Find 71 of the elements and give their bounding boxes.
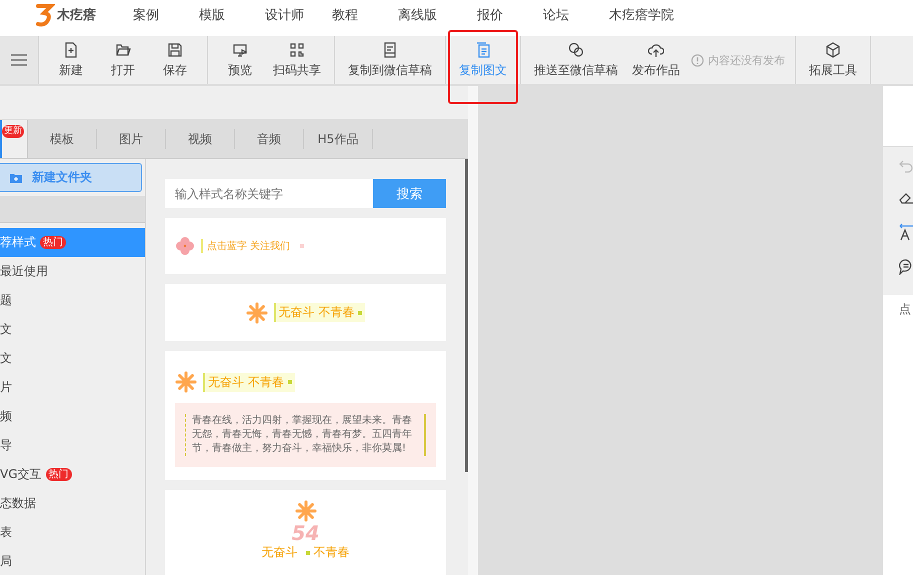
category-item[interactable]: 最近使用	[0, 257, 145, 286]
eraser-icon[interactable]	[899, 191, 913, 205]
badge: 热门	[40, 236, 66, 249]
style-title: 无奋斗 不青春	[203, 372, 295, 392]
category-item[interactable]: 表	[0, 518, 145, 547]
category-item[interactable]: 题	[0, 286, 145, 315]
folder-icon	[115, 42, 131, 58]
search-field[interactable]: 输入样式名称关键字	[165, 179, 373, 208]
toolbar-button[interactable]: 复制到微信草稿	[341, 36, 439, 84]
category-item[interactable]: 态数据	[0, 489, 145, 518]
tab[interactable]: 图片	[97, 129, 166, 149]
category-item[interactable]: 文	[0, 315, 145, 344]
cloud-upload-icon	[648, 42, 664, 58]
badge: 热门	[46, 468, 72, 481]
menu-icon[interactable]	[11, 54, 27, 66]
toolbar-button[interactable]: 推送至微信草稿	[527, 36, 625, 84]
tab[interactable]: 模板	[28, 129, 97, 149]
panel-label: 点	[899, 302, 911, 316]
style-title: 点击蓝字 关注我们	[201, 239, 290, 253]
category-item[interactable]: 荐样式 热门	[0, 228, 145, 257]
document-icon	[475, 42, 491, 58]
nav-link[interactable]: 离线版	[398, 6, 437, 24]
style-card[interactable]: 无奋斗 不青春 青春在线，活力四射，掌握现在，展望未来。青春无怨，青春无悔，青春无憾，青春有梦。五四青年节，青春做主，努力奋斗，幸福快乐，非你莫属!	[165, 351, 446, 480]
category-item[interactable]: 导	[0, 431, 145, 460]
flower-icon	[246, 302, 268, 324]
nav-link[interactable]: 案例	[133, 6, 159, 24]
toolbar-button[interactable]: 新建	[45, 36, 97, 84]
toolbar-button[interactable]: 预览	[214, 36, 266, 84]
toolbar-button[interactable]: 打开	[97, 36, 149, 84]
comment-icon[interactable]	[899, 259, 913, 275]
category-item[interactable]: 文	[0, 344, 145, 373]
number-decoration: 54	[292, 522, 320, 544]
category-item[interactable]: 局	[0, 547, 145, 575]
style-title: 无奋斗 不青春	[274, 303, 366, 322]
logo-icon	[35, 3, 55, 27]
badge: 更新	[2, 125, 24, 138]
text-spacing-icon[interactable]	[899, 223, 913, 241]
style-title: 无奋斗	[262, 544, 298, 561]
nav-link[interactable]: 设计师	[265, 6, 304, 24]
nav-link[interactable]: 报价	[477, 6, 503, 24]
toolbar-button[interactable]: 拓展工具	[802, 36, 864, 84]
nav-link[interactable]: 教程	[332, 6, 358, 24]
cube-icon	[825, 42, 841, 58]
logo-text[interactable]: 木疙瘩	[57, 6, 96, 24]
category-item[interactable]: 频	[0, 402, 145, 431]
flower-icon	[294, 500, 316, 522]
folder-plus-icon	[10, 172, 22, 182]
chat-icon	[568, 42, 584, 58]
category-item[interactable]: 片	[0, 373, 145, 402]
flower-icon	[175, 236, 195, 256]
nav-link[interactable]: 模版	[199, 6, 225, 24]
status-note: 内容还没有发布	[708, 52, 785, 68]
info-icon	[691, 54, 704, 66]
document-icon	[382, 42, 398, 58]
save-icon	[167, 42, 183, 58]
tab[interactable]: 音频	[235, 129, 304, 149]
quote-text: 青春在线，活力四射，掌握现在，展望未来。青春无怨，青春无悔，青春无憾，青春有梦。五四青年节，青春做主，努力奋斗，幸福快乐，非你莫属!	[185, 414, 426, 456]
toolbar-button[interactable]: 保存	[149, 36, 201, 84]
category-item[interactable]: VG交互 热门	[0, 460, 145, 489]
tab[interactable]: 更新	[0, 120, 28, 158]
flower-icon	[175, 371, 197, 393]
nav-link[interactable]: 木疙瘩学院	[609, 6, 674, 24]
tab[interactable]: H5作品	[304, 129, 373, 149]
toolbar-button[interactable]: 扫码共享	[266, 36, 328, 84]
nav-link[interactable]: 论坛	[543, 6, 569, 24]
style-title: 不青春	[314, 544, 350, 561]
toolbar-button[interactable]: 发布作品	[625, 36, 687, 84]
tab[interactable]: 视频	[166, 129, 235, 149]
monitor-icon	[232, 42, 248, 58]
qr-code-icon	[289, 42, 305, 58]
file-plus-icon	[63, 42, 79, 58]
